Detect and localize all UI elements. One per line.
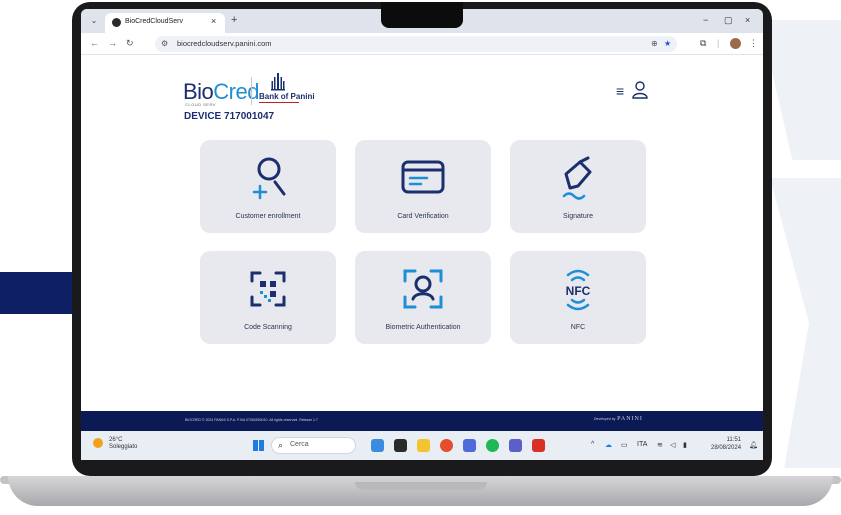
device-label-text: DEVICE [184, 111, 222, 122]
page-footer: BIOCRED © 2024 PANINI S.P.A. P.IVA 07060… [81, 411, 763, 431]
site-info-icon[interactable]: ⚙ [161, 39, 168, 48]
windows-start-icon[interactable] [253, 440, 264, 451]
back-arrow-icon[interactable]: ← [90, 38, 99, 48]
weather-temp: 26°C [109, 437, 123, 443]
close-window-button[interactable]: × [745, 15, 750, 25]
tile-label: Signature [563, 213, 593, 220]
teams-icon[interactable] [463, 439, 476, 452]
footer-developer: Developed by PANINI [594, 416, 643, 422]
bank-underline [259, 102, 299, 103]
logo-divider [251, 77, 252, 105]
search-icon: ⌕ [278, 440, 284, 450]
footer-copyright: BIOCRED © 2024 PANINI S.P.A. P.IVA 07060… [185, 418, 318, 422]
pen-icon [562, 156, 592, 200]
web-page: BioCred CLOUD SERV Bank of Panini DEVICE… [81, 55, 763, 411]
clock-date: 28/08/2024 [711, 445, 742, 451]
logo-cred-text: Cred [213, 79, 259, 104]
tile-code-scanning[interactable]: Code Scanning [200, 251, 336, 344]
tab-search-icon[interactable]: ⌄ [87, 15, 101, 27]
file-explorer-icon[interactable] [417, 439, 430, 452]
url-field[interactable]: ⚙ biocredcloudserv.panini.com ⊕ ★ [155, 36, 677, 52]
tile-label: Card Verification [397, 213, 449, 220]
laptop-base [8, 476, 833, 506]
browser-tab[interactable]: BioCredCloudServ × [105, 13, 225, 33]
background-chevron-top [760, 20, 841, 160]
browser-menu-icon[interactable]: ⋮ [749, 38, 758, 49]
logo-bio-text: Bio [183, 79, 214, 104]
battery-icon[interactable]: ▮ [683, 441, 687, 449]
tray-battery-icon[interactable]: ▭ [621, 441, 628, 449]
url-text: biocredcloudserv.panini.com [177, 39, 272, 48]
laptop-screen: ⌄ BioCredCloudServ × + − ▢ × ← → ↻ ⚙ bio… [81, 9, 763, 460]
device-label: DEVICE 717001047 [184, 111, 274, 122]
bank-building-icon [271, 73, 285, 91]
tile-customer-enrollment[interactable]: Customer enrollment [200, 140, 336, 233]
device-id: 717001047 [224, 111, 275, 122]
laptop-camera-notch [381, 2, 463, 28]
card-icon [401, 160, 445, 194]
zoom-icon[interactable]: ⊕ [651, 39, 658, 48]
tile-card-verification[interactable]: Card Verification [355, 140, 491, 233]
tile-signature[interactable]: Signature [510, 140, 646, 233]
notification-icon[interactable]: 🔔︎ [749, 441, 758, 449]
volume-icon[interactable]: ◁ [670, 441, 675, 449]
tile-label: Biometric Authentication [385, 324, 461, 331]
nfc-icon-text: NFC [566, 284, 591, 298]
tile-biometric-authentication[interactable]: Biometric Authentication [355, 251, 491, 344]
language-indicator[interactable]: ITA [637, 441, 647, 448]
profile-avatar[interactable] [730, 38, 741, 49]
toolbar-divider: | [717, 38, 720, 48]
taskbar-search[interactable]: ⌕ Cerca [271, 437, 356, 454]
minimize-button[interactable]: − [703, 15, 708, 25]
weather-condition: Soleggiato [109, 444, 138, 450]
tile-nfc[interactable]: NFC NFC [510, 251, 646, 344]
user-add-icon [252, 157, 286, 200]
bookmark-star-icon[interactable]: ★ [664, 39, 671, 48]
teams-work-icon[interactable] [509, 439, 522, 452]
forward-arrow-icon[interactable]: → [108, 38, 117, 48]
weather-widget[interactable]: 26°C Soleggiato [109, 437, 137, 451]
taskbar-clock[interactable]: 11:51 28/08/2024 [711, 436, 741, 452]
qr-scan-icon [250, 271, 286, 307]
onedrive-icon[interactable]: ☁ [605, 441, 612, 449]
favicon-icon [112, 18, 121, 27]
extensions-icon[interactable]: ⧉ [700, 38, 706, 49]
chrome-icon[interactable] [440, 439, 453, 452]
footer-developed-by: Developed by [594, 417, 616, 421]
maximize-button[interactable]: ▢ [724, 15, 733, 26]
wifi-icon[interactable]: ≋ [657, 441, 663, 449]
tray-chevron-icon[interactable]: ^ [591, 441, 594, 448]
spotify-icon[interactable] [486, 439, 499, 452]
logo-subtitle: CLOUD SERV [185, 102, 216, 107]
background-blue-bar [0, 272, 74, 314]
widgets-app-icon[interactable] [371, 439, 384, 452]
tile-label: Code Scanning [244, 324, 292, 331]
tile-label: NFC [570, 324, 586, 331]
stage: ⌄ BioCredCloudServ × + − ▢ × ← → ↻ ⚙ bio… [0, 0, 841, 515]
hamburger-menu-icon[interactable]: ≡ [616, 83, 624, 99]
user-account-icon[interactable] [632, 81, 648, 99]
tile-label: Customer enrollment [235, 213, 301, 220]
laptop-base-notch [355, 482, 487, 490]
acrobat-icon[interactable] [532, 439, 545, 452]
face-scan-icon [403, 269, 443, 309]
tab-title: BioCredCloudServ [125, 18, 183, 25]
task-view-icon[interactable] [394, 439, 407, 452]
taskbar-search-text: Cerca [290, 441, 309, 448]
reload-icon[interactable]: ↻ [126, 38, 134, 49]
background-chevron-bottom [770, 178, 841, 468]
nfc-icon: NFC [566, 269, 591, 311]
clock-time: 11:51 [726, 437, 742, 443]
footer-panini-logo: PANINI [617, 416, 643, 422]
tab-close-icon[interactable]: × [211, 16, 216, 26]
address-bar-row: ← → ↻ ⚙ biocredcloudserv.panini.com ⊕ ★ … [81, 33, 763, 55]
windows-taskbar: 26°C Soleggiato ⌕ Cerca ^ ☁ ▭ ITA ≋ ◁ ▮ [81, 431, 763, 460]
bank-name: Bank of Panini [259, 92, 315, 101]
new-tab-button[interactable]: + [231, 14, 237, 26]
weather-sun-icon[interactable] [93, 438, 103, 448]
